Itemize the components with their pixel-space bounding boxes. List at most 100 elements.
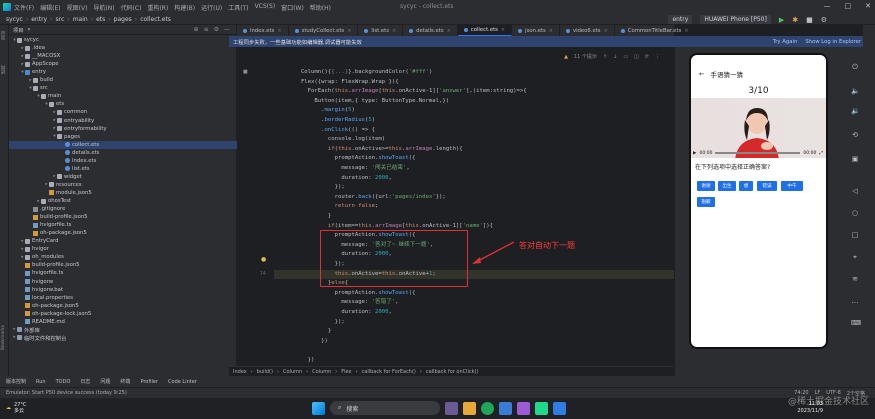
volume-up-icon[interactable]: 🔈 (851, 87, 860, 95)
play-icon[interactable]: ▶ (693, 151, 696, 156)
breadcrumb-item[interactable]: collect.ets (140, 16, 171, 23)
menu-item[interactable]: 导航(N) (93, 3, 114, 12)
menu-item[interactable]: 编辑(E) (40, 3, 60, 12)
answer-option-button[interactable]: 错误 (757, 181, 777, 191)
close-tab-icon[interactable]: × (549, 28, 553, 34)
inspection-count[interactable]: 11 个提示 (574, 53, 597, 60)
close-tab-icon[interactable]: × (501, 27, 505, 33)
answer-option-button[interactable]: 想 (739, 181, 753, 191)
tree-item[interactable]: ▸ .idea (9, 44, 237, 52)
tree-item[interactable]: ▸ oh_modules (9, 253, 237, 261)
editor-tab[interactable]: Index.ets × (237, 25, 289, 36)
editor-tab[interactable]: video6.ets × (560, 25, 615, 36)
collapse-icon[interactable]: ≡ (204, 26, 209, 33)
code-breadcrumb-item[interactable]: callback for onClick() (426, 369, 479, 375)
app-icon[interactable] (517, 401, 530, 415)
tree-item[interactable]: ▸ common (9, 108, 237, 116)
volume-down-icon[interactable]: 🔉 (851, 107, 860, 115)
close-tab-icon[interactable]: × (447, 28, 451, 34)
edge-icon[interactable] (481, 401, 494, 415)
tool-window-tab[interactable]: 终端 (120, 378, 130, 385)
target-icon[interactable]: ⊕ (194, 26, 199, 33)
tree-item[interactable]: ▸ EntryCard (9, 237, 237, 245)
tree-item[interactable]: collect.ets (9, 140, 237, 149)
maximize-icon[interactable]: □ (845, 2, 852, 10)
vscode-icon[interactable] (553, 401, 566, 415)
chevron-down-icon[interactable]: ▾ (28, 27, 31, 33)
tree-item[interactable]: ▾ ets (9, 100, 237, 108)
tree-item[interactable]: ▸ 临时文件和控制台 (9, 334, 237, 342)
answer-option-button[interactable]: 抱歉 (697, 197, 715, 207)
project-tool-tab[interactable]: 项目 (1, 31, 7, 40)
editor-tab[interactable]: json.ets × (512, 25, 560, 36)
tree-item[interactable]: local.properties (9, 294, 237, 302)
tree-item[interactable]: ▸ resources (9, 181, 237, 189)
breadcrumb-item[interactable]: main (73, 16, 88, 23)
power-icon[interactable]: ⏻ (851, 63, 859, 71)
menu-item[interactable]: 视图(V) (67, 3, 88, 12)
tool-window-tab[interactable]: Profiler (140, 379, 158, 385)
tree-item[interactable]: build-profile.json5 (9, 213, 237, 221)
tree-item[interactable]: module.json5 (9, 189, 237, 197)
close-tab-icon[interactable]: × (392, 28, 396, 34)
tree-item[interactable]: ▸ entryability (9, 117, 237, 125)
menu-item[interactable]: 窗口(W) (281, 3, 304, 12)
tree-item[interactable]: hvigorfile.ts (9, 269, 237, 277)
show-log-link[interactable]: Show Log in Explorer (805, 39, 861, 45)
video-progress[interactable] (715, 152, 801, 154)
tree-item[interactable]: list.ets (9, 165, 237, 173)
tree-item[interactable]: hvigorfile.ts (9, 221, 237, 229)
lightbulb-icon[interactable]: ● (261, 256, 266, 263)
code-breadcrumb-item[interactable]: build() (257, 369, 273, 375)
try-again-link[interactable]: Try Again (773, 39, 798, 45)
tree-item[interactable]: oh-package.json5 (9, 302, 237, 310)
tool-window-tab[interactable]: 日志 (80, 378, 90, 385)
menu-item[interactable]: VCS(S) (255, 3, 276, 12)
tool-window-tab[interactable]: 版本控制 (6, 378, 26, 385)
deveco-icon[interactable] (535, 401, 548, 415)
keyboard-icon[interactable]: ⌨ (851, 319, 861, 327)
code-editor[interactable]: Column(){{...}}.backgroundColor('#fff') … (274, 66, 674, 366)
close-tab-icon[interactable]: × (347, 28, 351, 34)
menu-item[interactable]: 帮助(H) (310, 3, 331, 12)
editor-tab[interactable]: list.ets × (358, 25, 404, 36)
tree-item[interactable]: details.ets (9, 149, 237, 157)
back-arrow-icon[interactable]: ← (699, 70, 704, 78)
structure-tool-tab[interactable]: 结构 (1, 65, 7, 74)
code-breadcrumb-item[interactable]: Index (233, 369, 247, 375)
tool-window-tab[interactable]: 问题 (100, 378, 110, 385)
breadcrumb-item[interactable]: pages (114, 16, 132, 23)
tool-window-tab[interactable]: Run (36, 379, 46, 385)
tree-item[interactable]: ▾ src (9, 84, 237, 92)
menu-item[interactable]: 代码(C) (121, 3, 142, 12)
code-breadcrumb-item[interactable]: Column (283, 369, 302, 375)
answer-option-button[interactable]: 出生 (718, 181, 736, 191)
close-tab-icon[interactable]: × (684, 28, 688, 34)
tree-item[interactable]: ▸ widget (9, 173, 237, 181)
menu-item[interactable]: 构建(B) (174, 3, 195, 12)
run-config-select[interactable]: entry (668, 15, 693, 24)
tree-item[interactable]: .gitignore (9, 205, 237, 213)
close-icon[interactable]: ✕ (865, 2, 871, 10)
split-icon[interactable]: ◫ (634, 54, 639, 60)
hide-icon[interactable]: — (224, 26, 230, 33)
answer-option-button[interactable]: 中午 (781, 181, 803, 191)
close-tab-icon[interactable]: × (604, 28, 608, 34)
breadcrumb-item[interactable]: sycyc (6, 16, 23, 23)
breakpoint-gutter-icon[interactable]: ■ (243, 69, 248, 75)
minimize-icon[interactable]: — (824, 2, 831, 10)
video-player[interactable]: ▶ 00:00 00:00 ⤢ (691, 98, 826, 158)
rotate-icon[interactable]: ⟲ (851, 131, 859, 139)
code-breadcrumb-item[interactable]: Flex (341, 369, 351, 375)
answer-option-button[interactable]: 谢谢 (697, 181, 715, 191)
editor-tab[interactable]: studyCollect.ets × (289, 25, 359, 36)
more-icon[interactable]: ⋮ (655, 54, 660, 60)
tree-item[interactable]: Index.ets (9, 157, 237, 165)
device-select[interactable]: HUAWEI Phone [P50] (700, 15, 771, 24)
tree-item[interactable]: oh-package.json5 (9, 229, 237, 237)
tree-item[interactable]: ▾ entry (9, 68, 237, 76)
editor-tab[interactable]: CommonTitleBar.ets × (615, 25, 696, 36)
tree-item[interactable]: build-profile.json5 (9, 261, 237, 269)
tree-item[interactable]: ▸ ohosTest (9, 197, 237, 205)
fullscreen-icon[interactable]: ⤢ (819, 150, 826, 156)
